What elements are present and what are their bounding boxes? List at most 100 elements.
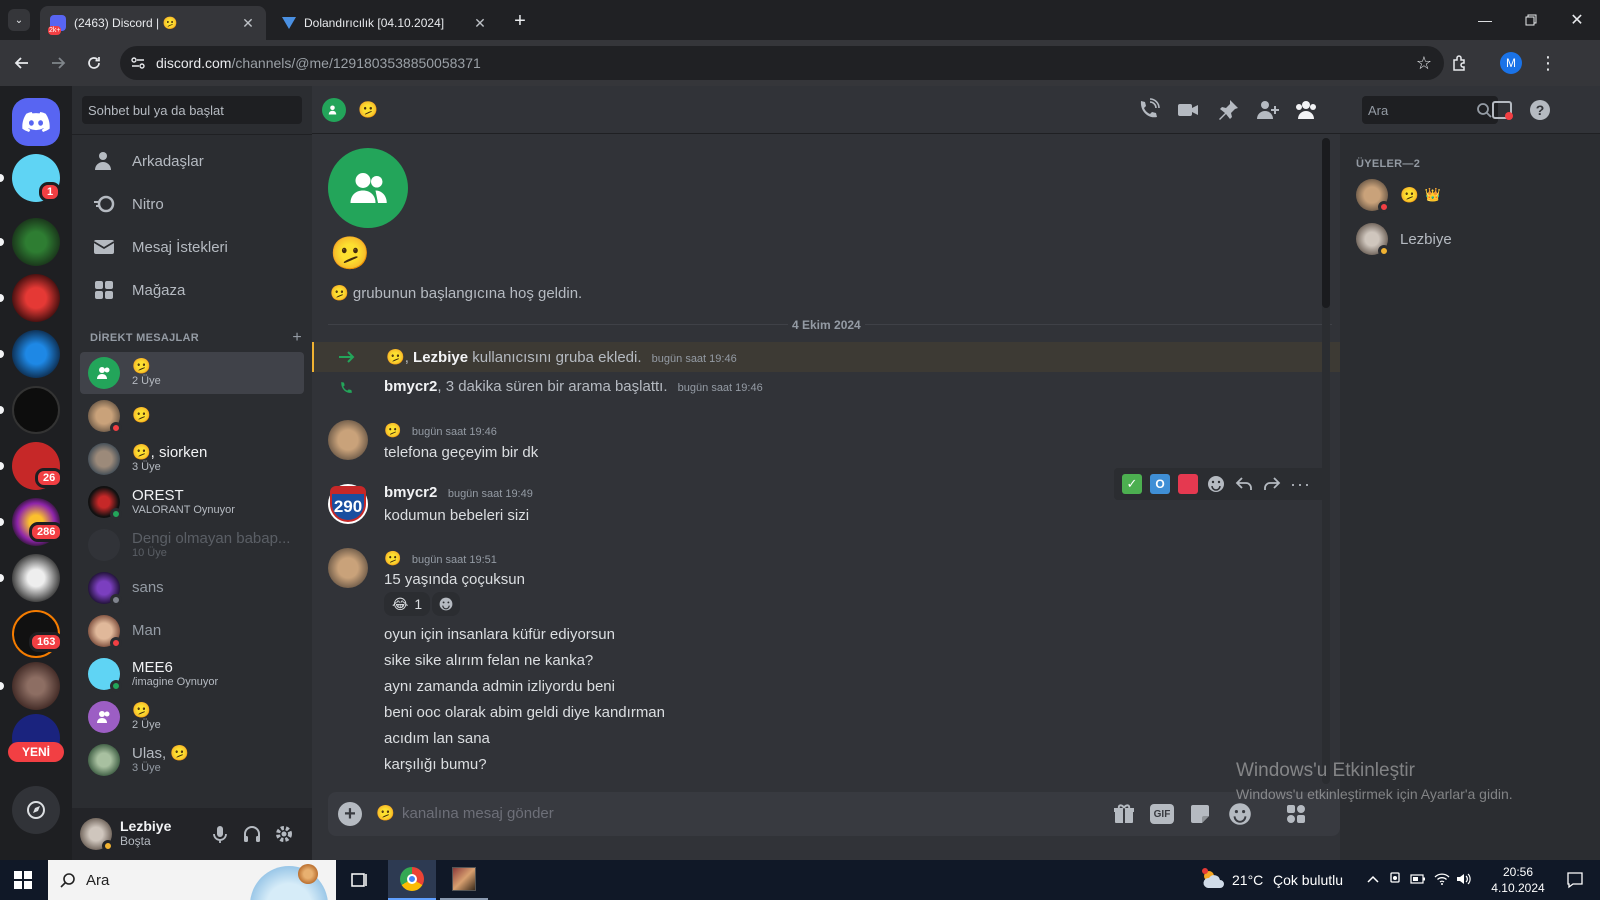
member-list-icon[interactable] (1294, 98, 1318, 122)
dm-item[interactable]: 🫤, siorken 3 Üye (80, 438, 304, 480)
dm-item[interactable]: Ulas, 🫤 3 Üye (80, 739, 304, 781)
close-tab-icon[interactable]: ✕ (472, 15, 488, 31)
nav-shop[interactable]: Mağaza (80, 269, 304, 311)
channel-header: 🫤 Ara ? (312, 86, 1600, 134)
dm-item[interactable]: sans (80, 567, 304, 609)
dm-item[interactable]: 🫤 (80, 395, 304, 437)
taskbar-chrome[interactable] (388, 860, 436, 900)
forward-button[interactable] (46, 51, 70, 75)
author-name[interactable]: bmycr2 (384, 484, 437, 501)
system-message-added: 🫤, Lezbiye kullanıcısını gruba ekledi. b… (312, 342, 1340, 372)
dm-item[interactable]: 🫤 2 Üye (80, 352, 304, 394)
start-voice-call-icon[interactable] (1136, 98, 1160, 122)
chat-scrollbar[interactable] (1322, 138, 1330, 784)
dm-item[interactable]: MEE6/imagine Oynuyor (80, 653, 304, 695)
member-item[interactable]: Lezbiye (1348, 218, 1592, 260)
tab-discord[interactable]: 2k+ (2463) Discord | 🫤 ✕ (40, 6, 266, 40)
battery-icon[interactable] (1410, 873, 1426, 885)
taskbar-app[interactable] (440, 860, 488, 900)
emoji-picker-icon[interactable] (1228, 802, 1252, 826)
target-name[interactable]: Lezbiye (413, 349, 468, 366)
home-button[interactable] (12, 98, 60, 146)
help-icon[interactable]: ? (1528, 98, 1552, 122)
discover-servers-icon[interactable] (12, 786, 60, 834)
volume-icon[interactable] (1456, 872, 1472, 886)
actor-name[interactable]: 🫤 (386, 349, 405, 366)
weather-temp[interactable]: 21°C (1232, 872, 1263, 888)
attach-plus-icon[interactable]: + (338, 802, 362, 826)
message-avatar[interactable]: 290 (328, 484, 368, 524)
gif-icon[interactable]: GIF (1150, 804, 1174, 824)
dm-item[interactable]: 🫤 2 Üye (80, 696, 304, 738)
gift-icon[interactable] (1112, 802, 1136, 826)
reaction-pill[interactable]: 😂 1 (384, 592, 431, 616)
forward-icon[interactable] (1262, 474, 1282, 494)
wifi-icon[interactable] (1434, 872, 1450, 886)
chrome-menu-icon[interactable]: ⋮ (1536, 51, 1560, 75)
channel-name[interactable]: 🫤 (358, 100, 378, 120)
add-friends-to-dm-icon[interactable] (1256, 98, 1280, 122)
author-name[interactable]: 🫤 (384, 422, 401, 438)
member-item[interactable]: 🫤 👑 (1348, 174, 1592, 216)
add-reaction-button[interactable] (432, 592, 460, 616)
message-avatar[interactable] (328, 548, 368, 588)
address-bar[interactable]: discord.com/channels/@me/129180353885005… (120, 46, 1444, 80)
settings-gear-icon[interactable] (274, 824, 294, 844)
find-conversation-input[interactable]: Sohbet bul ya da başlat (82, 96, 302, 124)
user-avatar[interactable] (80, 818, 114, 852)
profile-avatar[interactable]: M (1500, 52, 1522, 74)
minimize-button[interactable]: — (1470, 8, 1500, 32)
server-icon[interactable] (12, 662, 60, 710)
scrollbar-thumb[interactable] (1322, 138, 1330, 308)
search-input[interactable]: Ara (1362, 96, 1498, 124)
task-view-icon[interactable] (350, 870, 370, 890)
reply-icon[interactable] (1234, 474, 1254, 494)
pinned-messages-icon[interactable] (1216, 98, 1240, 122)
weather-text[interactable]: Çok bulutlu (1273, 872, 1343, 888)
server-icon[interactable] (12, 554, 60, 602)
nav-friends[interactable]: Arkadaşlar (80, 140, 304, 182)
close-tab-icon[interactable]: ✕ (240, 15, 256, 31)
reload-button[interactable] (82, 51, 106, 75)
new-tab-button[interactable]: + (508, 9, 532, 33)
dm-item[interactable]: OREST VALORANT Oynuyor (80, 481, 304, 523)
actor-name[interactable]: bmycr2 (384, 378, 437, 395)
headphones-icon[interactable] (242, 824, 262, 844)
dm-item[interactable]: Man (80, 610, 304, 652)
notification-center-icon[interactable] (1566, 871, 1584, 889)
meet-now-icon[interactable] (1388, 872, 1402, 886)
server-icon[interactable] (12, 386, 60, 434)
tab-list-button[interactable]: ⌄ (8, 9, 30, 31)
windows-start-icon[interactable] (14, 871, 32, 889)
clock[interactable]: 20:56 4.10.2024 (1486, 864, 1550, 896)
inbox-icon[interactable] (1490, 98, 1514, 122)
message-input[interactable]: kanalına mesaj gönder (402, 805, 554, 822)
o-reaction-icon[interactable]: O (1150, 474, 1170, 494)
taskbar-search[interactable]: Ara (48, 860, 336, 900)
back-button[interactable] (10, 51, 34, 75)
red-square-reaction-icon[interactable] (1178, 474, 1198, 494)
add-reaction-icon[interactable] (1206, 474, 1226, 494)
nav-nitro[interactable]: Nitro (80, 183, 304, 225)
more-options-icon[interactable]: ··· (1290, 474, 1311, 495)
close-window-button[interactable]: ✕ (1562, 8, 1592, 32)
chevron-up-icon[interactable] (1366, 872, 1380, 886)
dm-item[interactable]: Dengi olmayan babap... 10 Üye (80, 524, 304, 566)
microphone-icon[interactable] (210, 824, 230, 844)
site-info-icon[interactable] (130, 55, 146, 71)
server-icon[interactable] (12, 218, 60, 266)
server-icon[interactable] (12, 274, 60, 322)
server-icon[interactable] (12, 330, 60, 378)
create-dm-button[interactable]: + (292, 330, 302, 346)
extensions-icon[interactable] (1448, 51, 1472, 75)
sticker-icon[interactable] (1188, 802, 1212, 826)
author-name[interactable]: 🫤 (384, 550, 401, 566)
check-reaction-icon[interactable]: ✓ (1122, 474, 1142, 494)
bookmark-star-icon[interactable]: ☆ (1416, 53, 1432, 74)
start-video-call-icon[interactable] (1176, 98, 1200, 122)
nav-message-requests[interactable]: Mesaj İstekleri (80, 226, 304, 268)
app-launcher-icon[interactable] (1284, 802, 1308, 826)
tab-dolandiricilik[interactable]: Dolandırıcılık [04.10.2024] ✕ (272, 6, 498, 40)
message-avatar[interactable] (328, 420, 368, 460)
restore-button[interactable] (1516, 8, 1546, 32)
